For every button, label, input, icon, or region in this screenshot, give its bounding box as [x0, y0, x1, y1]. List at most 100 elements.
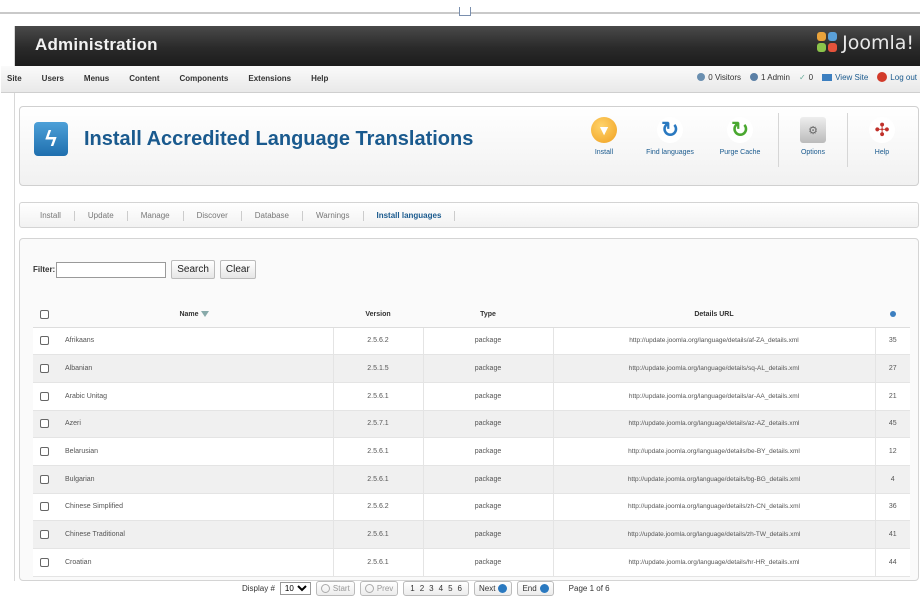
- row-id: 27: [875, 354, 910, 383]
- name-column-header[interactable]: Name: [55, 303, 333, 328]
- row-type: package: [423, 354, 554, 383]
- row-id: 35: [875, 327, 910, 356]
- logout-link[interactable]: Log out: [877, 72, 917, 82]
- tab-discover[interactable]: Discover: [184, 211, 242, 221]
- logout-label: Log out: [890, 72, 917, 82]
- row-version: 2.5.6.1: [333, 437, 424, 466]
- menu-help[interactable]: Help: [311, 74, 328, 83]
- table-row: Belarusian 2.5.6.1 package http://update…: [33, 437, 910, 466]
- page-link[interactable]: 6: [456, 584, 464, 593]
- page-link[interactable]: 5: [446, 584, 454, 593]
- row-checkbox[interactable]: [39, 474, 49, 484]
- row-checkbox[interactable]: [39, 419, 49, 429]
- header-title: Administration: [35, 35, 158, 54]
- languages-panel: Filter: Search Clear Name Version Type D…: [19, 238, 919, 596]
- page-link[interactable]: 4: [437, 584, 445, 593]
- row-version: 2.5.6.1: [333, 548, 424, 577]
- help-label: Help: [874, 149, 890, 156]
- purge-icon: ↻: [727, 117, 753, 143]
- select-all-checkbox[interactable]: [39, 310, 49, 320]
- row-version: 2.5.6.1: [333, 465, 424, 494]
- row-version: 2.5.6.1: [333, 382, 424, 411]
- row-checkbox[interactable]: [39, 336, 49, 346]
- row-url: http://update.joomla.org/language/detail…: [553, 437, 876, 466]
- row-version: 2.5.1.5: [333, 354, 424, 383]
- row-url: http://update.joomla.org/language/detail…: [553, 354, 876, 383]
- row-checkbox[interactable]: [39, 447, 49, 457]
- tab-manage[interactable]: Manage: [128, 211, 184, 221]
- next-button[interactable]: Next: [473, 581, 513, 596]
- clear-button[interactable]: Clear: [219, 260, 256, 279]
- row-id: 36: [875, 493, 910, 522]
- row-type: package: [423, 437, 554, 466]
- page-link[interactable]: 3: [427, 584, 435, 593]
- row-checkbox[interactable]: [39, 391, 49, 401]
- help-button[interactable]: ✣ Help: [854, 113, 910, 167]
- row-checkbox[interactable]: [39, 530, 49, 540]
- menu-components[interactable]: Components: [179, 74, 228, 83]
- name-header-label: Name: [179, 311, 199, 319]
- table-row: Chinese Traditional 2.5.6.1 package http…: [33, 520, 910, 549]
- messages-status[interactable]: ✓ 0: [799, 73, 813, 82]
- row-checkbox[interactable]: [39, 502, 49, 512]
- find-languages-button[interactable]: ↻ Find languages: [638, 113, 702, 167]
- type-column-header[interactable]: Type: [423, 303, 553, 328]
- find-languages-label: Find languages: [646, 149, 694, 156]
- page-link[interactable]: 1: [408, 584, 416, 593]
- row-version: 2.5.6.1: [333, 520, 424, 549]
- toolbar-divider: [847, 113, 848, 167]
- row-name: Chinese Simplified: [55, 493, 334, 522]
- display-limit-select[interactable]: 10: [279, 582, 311, 595]
- row-version: 2.5.6.2: [333, 327, 424, 356]
- version-column-header[interactable]: Version: [333, 303, 423, 328]
- view-site-link[interactable]: View Site: [822, 73, 868, 82]
- options-button[interactable]: ⚙ Options: [785, 113, 841, 167]
- row-name: Azeri: [55, 410, 334, 439]
- prev-button[interactable]: Prev: [359, 581, 399, 596]
- next-label: Next: [478, 584, 496, 593]
- toolbar: ϟ Install Accredited Language Translatio…: [19, 106, 919, 186]
- end-button[interactable]: End: [517, 581, 554, 596]
- row-name: Afrikaans: [55, 327, 334, 356]
- start-button[interactable]: Start: [315, 581, 355, 596]
- tab-install-languages[interactable]: Install languages: [364, 211, 456, 221]
- row-type: package: [423, 465, 554, 494]
- admin-header: Administration Joomla!: [15, 26, 920, 66]
- tab-database[interactable]: Database: [242, 211, 303, 221]
- filter-input[interactable]: [56, 261, 167, 278]
- install-label: Install: [594, 149, 614, 156]
- url-column-header[interactable]: Details URL: [553, 303, 875, 328]
- tab-update[interactable]: Update: [75, 211, 128, 221]
- resize-handle[interactable]: [459, 7, 471, 16]
- tab-install[interactable]: Install: [40, 211, 75, 221]
- page-link[interactable]: 2: [418, 584, 426, 593]
- logout-icon: [877, 72, 888, 82]
- filter-bar: Filter: Search Clear: [33, 260, 256, 279]
- row-name: Arabic Unitag: [55, 382, 334, 411]
- menu-users[interactable]: Users: [42, 74, 64, 83]
- id-column-header[interactable]: [875, 303, 910, 328]
- menu-menus[interactable]: Menus: [84, 74, 109, 83]
- end-label: End: [522, 584, 537, 593]
- row-name: Croatian: [55, 548, 334, 577]
- row-id: 12: [875, 437, 910, 466]
- purge-cache-button[interactable]: ↻ Purge Cache: [708, 113, 772, 167]
- row-checkbox[interactable]: [39, 364, 49, 374]
- page-title: Install Accredited Language Translations: [84, 128, 474, 150]
- prev-icon: [364, 584, 374, 593]
- languages-table: Name Version Type Details URL Afrikaans …: [33, 303, 910, 577]
- table-row: Albanian 2.5.1.5 package http://update.j…: [33, 354, 910, 383]
- sort-icon: [200, 311, 209, 318]
- row-id: 41: [875, 520, 910, 549]
- tab-warnings[interactable]: Warnings: [303, 211, 364, 221]
- menu-site[interactable]: Site: [7, 74, 22, 83]
- menu-content[interactable]: Content: [129, 74, 159, 83]
- search-button[interactable]: Search: [171, 260, 215, 279]
- row-id: 44: [875, 548, 910, 577]
- row-checkbox[interactable]: [39, 557, 49, 567]
- row-name: Chinese Traditional: [55, 520, 334, 549]
- refresh-icon: ↻: [657, 117, 683, 143]
- menu-extensions[interactable]: Extensions: [248, 74, 291, 83]
- install-button[interactable]: ▼ Install: [576, 113, 632, 167]
- row-type: package: [423, 410, 554, 439]
